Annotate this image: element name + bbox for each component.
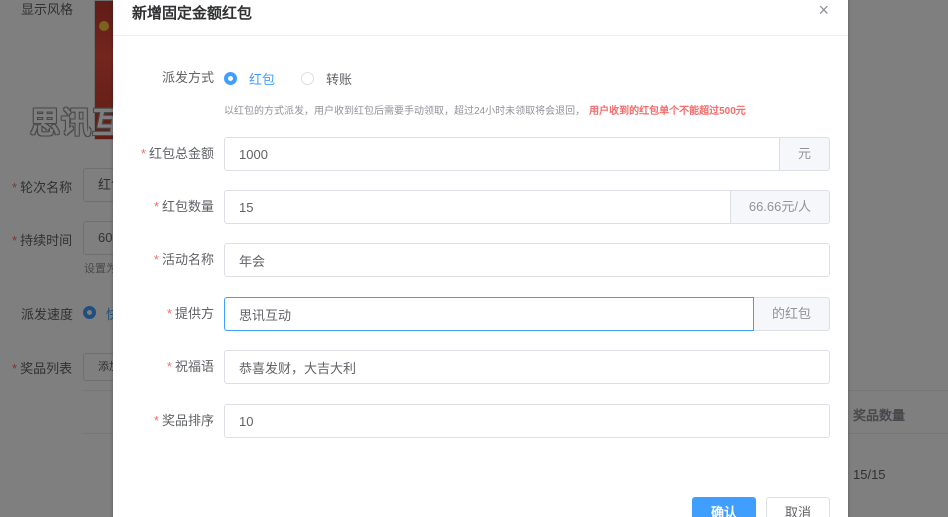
total-amount-input[interactable] bbox=[224, 137, 780, 171]
activity-name-label: * 活动名称 bbox=[153, 252, 214, 267]
dispatch-method-label: 派发方式 bbox=[161, 70, 214, 85]
activity-name-input[interactable] bbox=[224, 243, 830, 277]
prize-order-input[interactable] bbox=[224, 404, 830, 438]
radio-red-packet-label: 红包 bbox=[249, 71, 276, 87]
activity-name-group bbox=[224, 243, 830, 277]
dispatch-hint: 以红包的方式派发，用户收到红包后需要手动领取，超过24小时未领取将会退回， 用户收… bbox=[224, 102, 746, 117]
greeting-input[interactable] bbox=[224, 350, 830, 384]
radio-red-packet[interactable]: 红包 bbox=[224, 69, 275, 88]
provider-suffix: 的红包 bbox=[753, 297, 830, 331]
total-amount-unit: 元 bbox=[779, 137, 830, 171]
dispatch-method-radio-group: 红包 转账 bbox=[224, 61, 378, 95]
total-amount-label: * 红包总金额 bbox=[140, 146, 214, 161]
dialog-footer: 确认 取消 bbox=[691, 497, 830, 517]
prize-order-label: * 奖品排序 bbox=[153, 413, 214, 428]
per-person-amount: 66.66元/人 bbox=[730, 190, 830, 224]
provider-group: 的红包 bbox=[224, 297, 830, 331]
dialog-header: 新增固定金额红包 × bbox=[113, 0, 848, 36]
provider-label: * 提供方 bbox=[166, 306, 214, 321]
radio-transfer[interactable]: 转账 bbox=[301, 69, 352, 88]
greeting-group bbox=[224, 350, 830, 384]
close-icon[interactable]: × bbox=[818, 1, 829, 19]
radio-transfer-label: 转账 bbox=[326, 71, 353, 87]
greeting-label: * 祝福语 bbox=[166, 359, 214, 374]
count-label: * 红包数量 bbox=[153, 199, 214, 214]
red-packet-dialog: 新增固定金额红包 × 派发方式 红包 转账 以红包的方式派发，用户收到红包后需要… bbox=[113, 0, 848, 517]
count-input[interactable] bbox=[224, 190, 731, 224]
dispatch-hint-text: 以红包的方式派发，用户收到红包后需要手动领取，超过24小时未领取将会退回， bbox=[224, 106, 586, 117]
prize-order-group bbox=[224, 404, 830, 438]
provider-input[interactable] bbox=[224, 297, 754, 331]
radio-unchecked-icon[interactable] bbox=[301, 71, 315, 85]
radio-checked-icon[interactable] bbox=[224, 71, 237, 85]
dialog-title: 新增固定金额红包 bbox=[132, 5, 253, 22]
total-amount-group: 元 bbox=[224, 137, 830, 171]
cancel-button[interactable]: 取消 bbox=[765, 497, 830, 517]
confirm-button[interactable]: 确认 bbox=[691, 497, 756, 517]
dispatch-hint-warning: 用户收到的红包单个不能超过500元 bbox=[589, 106, 746, 117]
count-group: 66.66元/人 bbox=[224, 190, 830, 224]
